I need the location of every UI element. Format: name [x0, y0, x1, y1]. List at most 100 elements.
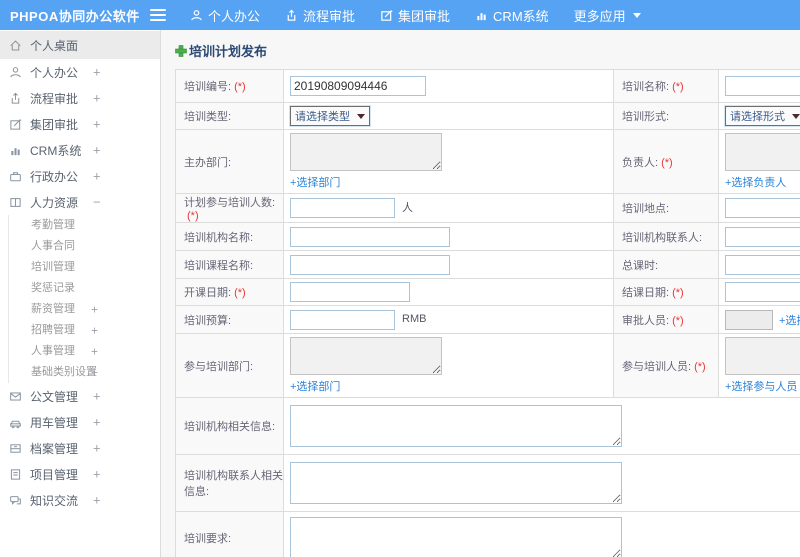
select-dept-link[interactable]: +选择部门: [290, 174, 340, 190]
briefcase-icon: [10, 171, 21, 181]
org-contact-input[interactable]: [725, 226, 800, 247]
nav-item-group-approval[interactable]: 集团审批: [380, 6, 450, 25]
expand-plus-icon[interactable]: +: [93, 117, 101, 132]
chart-icon: [477, 12, 486, 20]
approver-label: 审批人员: (*): [613, 305, 719, 334]
sidebar-item-vehicle-mgmt[interactable]: 用车管理 +: [0, 409, 160, 435]
org-name-input[interactable]: [290, 226, 450, 247]
page-title-text: 培训计划发布: [189, 44, 268, 59]
sidebar-item-crm-system[interactable]: CRM系统 +: [0, 137, 160, 163]
nav-item-workflow-approval[interactable]: 流程审批: [285, 6, 355, 25]
join-people-textarea[interactable]: [725, 337, 800, 375]
training-name-input[interactable]: [725, 76, 800, 96]
sidebar-label: 个人办公: [30, 65, 79, 80]
join-depts-textarea[interactable]: [290, 337, 442, 375]
caret-down-icon: [357, 113, 365, 119]
sidebar-sublabel: 培训管理: [31, 261, 75, 273]
form-row: 培训机构联系人相关信息:: [175, 454, 800, 512]
expand-plus-icon[interactable]: +: [93, 389, 101, 404]
host-dept-textarea[interactable]: [290, 133, 442, 171]
select-leader-link[interactable]: +选择负责人: [725, 174, 786, 190]
budget-input[interactable]: [290, 309, 395, 330]
sidebar-item-admin-office[interactable]: 行政办公 +: [0, 163, 160, 189]
sidebar-subitem-attendance[interactable]: 考勤管理: [9, 215, 160, 236]
plus-icon: [175, 44, 187, 57]
select-participants-link[interactable]: +选择参与人员: [725, 378, 797, 394]
sidebar-item-human-resources[interactable]: 人力资源 −: [0, 189, 160, 215]
unit-label: 人: [402, 201, 413, 214]
expand-plus-icon[interactable]: +: [93, 441, 101, 456]
course-name-input[interactable]: [290, 254, 450, 275]
org-contact-info-textarea[interactable]: [290, 462, 622, 504]
home-icon: [10, 39, 21, 50]
end-date-input[interactable]: [725, 282, 800, 302]
planned-count-input[interactable]: [290, 198, 395, 218]
org-info-textarea[interactable]: [290, 405, 622, 447]
sidebar-subitem-personnel-mgmt[interactable]: 人事管理 +: [9, 341, 160, 362]
org-info-label: 培训机构相关信息:: [175, 397, 284, 455]
sidebar-item-document-mgmt[interactable]: 公文管理 +: [0, 383, 160, 409]
sidebar-item-personal-desktop[interactable]: 个人桌面: [0, 31, 160, 59]
location-label: 培训地点:: [613, 193, 719, 223]
training-plan-form: 培训编号:(*) 培训名称:(*) 培训类型: 请选择类型 培训形式: 请选择形…: [175, 69, 800, 557]
expand-plus-icon[interactable]: +: [91, 320, 98, 341]
sidebar-sublabel: 基础类别设置: [31, 366, 97, 378]
sidebar-item-workflow-approval[interactable]: 流程审批 +: [0, 85, 160, 111]
training-req-textarea[interactable]: [290, 516, 622, 557]
start-date-input[interactable]: [290, 282, 410, 302]
expand-plus-icon[interactable]: +: [93, 467, 101, 482]
leader-textarea[interactable]: [725, 133, 800, 171]
start-date-label: 开课日期: (*): [175, 278, 284, 306]
form-row: 计划参与培训人数:(*) 人 培训地点:: [175, 193, 800, 223]
select-approver-link[interactable]: +选择审批人员: [779, 312, 800, 328]
sidebar-item-knowledge-exchange[interactable]: 知识交流 +: [0, 487, 160, 513]
join-people-label: 参与培训人员: (*): [613, 333, 719, 398]
host-dept-label: 主办部门:: [175, 129, 284, 194]
top-navbar: PHPOA协同办公软件 个人办公 流程审批 集团审批 CRM系统 更多应用: [0, 0, 800, 30]
expand-plus-icon[interactable]: +: [93, 143, 101, 158]
sidebar-subitem-reward-punish[interactable]: 奖惩记录: [9, 278, 160, 299]
expand-plus-icon[interactable]: +: [93, 91, 101, 106]
approver-input[interactable]: [725, 309, 773, 330]
expand-plus-icon[interactable]: +: [93, 415, 101, 430]
required-mark: (*): [672, 287, 684, 299]
nav-item-personal-office[interactable]: 个人办公: [190, 6, 260, 25]
location-input[interactable]: [725, 198, 800, 218]
sidebar-subitem-training-mgmt[interactable]: 培训管理: [9, 257, 160, 278]
expand-plus-icon[interactable]: +: [93, 493, 101, 508]
sidebar-label: 用车管理: [30, 415, 79, 430]
nav-label: 流程审批: [303, 8, 356, 24]
expand-plus-icon[interactable]: +: [91, 362, 98, 383]
required-mark: (*): [187, 210, 199, 222]
expand-plus-icon[interactable]: +: [91, 341, 98, 362]
expand-plus-icon[interactable]: +: [93, 169, 101, 184]
select-dept-link[interactable]: +选择部门: [290, 378, 340, 394]
training-no-input[interactable]: [290, 76, 426, 96]
user-icon: [191, 9, 202, 20]
training-type-select[interactable]: 请选择类型: [290, 106, 370, 126]
training-name-label: 培训名称: (*): [613, 69, 719, 103]
nav-item-more-apps[interactable]: 更多应用: [574, 6, 641, 25]
hr-submenu: 考勤管理 人事合同 培训管理 奖惩记录 薪资管理 + 招聘管理 + 人事管理 + 基础…: [8, 215, 160, 383]
sidebar-subitem-hr-contract[interactable]: 人事合同: [9, 236, 160, 257]
nav-item-crm-system[interactable]: CRM系统: [475, 6, 549, 25]
expand-plus-icon[interactable]: +: [91, 299, 98, 320]
sidebar-subitem-base-category[interactable]: 基础类别设置 +: [9, 362, 160, 383]
total-hours-input[interactable]: [725, 254, 800, 275]
sidebar-label: 行政办公: [30, 169, 79, 184]
training-no-label: 培训编号: (*): [175, 69, 284, 103]
training-mode-select[interactable]: 请选择形式: [725, 106, 800, 126]
sidebar-item-project-mgmt[interactable]: 项目管理 +: [0, 461, 160, 487]
sidebar-subitem-recruit-mgmt[interactable]: 招聘管理 +: [9, 320, 160, 341]
sidebar: 个人桌面 个人办公 + 流程审批 + 集团审批 + CRM系统 + 行政办公 +…: [0, 30, 161, 557]
sidebar-item-group-approval[interactable]: 集团审批 +: [0, 111, 160, 137]
expand-plus-icon[interactable]: +: [93, 65, 101, 80]
collapse-minus-icon[interactable]: −: [93, 195, 101, 210]
archive-icon: [10, 443, 21, 453]
sidebar-subitem-salary-mgmt[interactable]: 薪资管理 +: [9, 299, 160, 320]
sidebar-item-personal-office[interactable]: 个人办公 +: [0, 59, 160, 85]
menu-toggle-icon[interactable]: [150, 9, 166, 21]
sidebar-item-archive-mgmt[interactable]: 档案管理 +: [0, 435, 160, 461]
nav-label: 更多应用: [573, 8, 626, 24]
sidebar-label: 个人桌面: [30, 38, 79, 53]
